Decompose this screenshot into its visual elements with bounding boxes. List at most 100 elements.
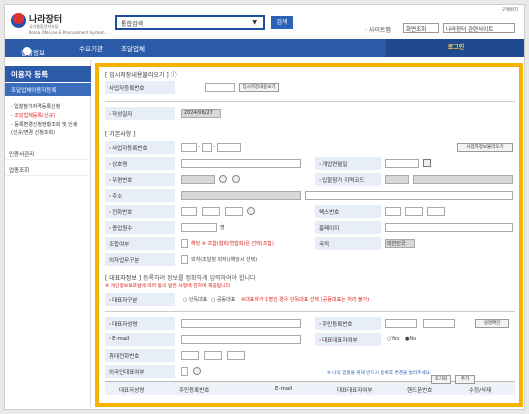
rep-name-label: 대표자성명 xyxy=(105,317,175,330)
sidebar-item-qualification[interactable]: · 입찰참가자격등록신청 xyxy=(11,103,60,110)
rep-type-single[interactable]: ○ 단독대표 xyxy=(183,296,207,303)
row-foreign-rep: 외국인대표여부 xyxy=(105,365,515,378)
search-category-select[interactable]: 통합검색 ▼ xyxy=(115,15,265,30)
foreign-business-text: 외자(조달청 외자)(해당시 선택) xyxy=(191,257,258,263)
main-rep-yes[interactable]: ○Yes xyxy=(387,336,399,342)
search-button[interactable]: 검색 xyxy=(271,16,293,29)
table-header-rep-name: 대표자성명 xyxy=(119,388,145,394)
table-header-email: E-mail xyxy=(275,386,293,392)
biz-no-input-1[interactable] xyxy=(181,143,197,152)
sidebar-item-certificate[interactable]: 인증서관리 xyxy=(5,148,91,160)
help-icon[interactable] xyxy=(232,175,240,183)
reset-button[interactable]: 초기화 xyxy=(431,375,451,384)
region-code-input xyxy=(385,175,409,184)
login-button[interactable]: 로그인 xyxy=(386,39,524,57)
divider xyxy=(105,311,515,312)
search-icon[interactable] xyxy=(219,175,227,183)
sidebar-item-change-status[interactable]: - 등록변경신청현황조회 및 인쇄 xyxy=(11,121,77,128)
rrn-input-2[interactable] xyxy=(423,319,455,328)
sidebar-section-supplier[interactable]: 조달업체이용자등록 xyxy=(5,83,91,96)
table-header-mobile: 핸드폰번호 xyxy=(407,388,433,394)
company-name-label: 상호명 xyxy=(105,157,175,170)
row-email: E-mail 대표대표자여부 ○Yes ●No xyxy=(105,333,515,346)
rrn-label: 주민등록번호 xyxy=(315,317,381,330)
mobile-input-2[interactable] xyxy=(204,351,222,360)
related-sites-select[interactable]: 나라장터 관련사이트 xyxy=(443,23,515,33)
foreign-business-label: 외자업무구분 xyxy=(105,253,175,266)
row-date: 작성일자 2024/06/27 xyxy=(105,107,515,120)
sidebar-item-change-status-sub[interactable]: (신규/변경 신청조회) xyxy=(11,129,55,136)
row-coop: 조합여부 해당 ※ 조합(협회/연합회)은 선택(조합) 국적 대한민국 xyxy=(105,237,515,250)
row-tel: 전화번호 팩스번호 xyxy=(105,205,515,218)
row-zip: 우편번호 입찰참가 지역코드 xyxy=(105,173,515,186)
coop-label: 조합여부 xyxy=(105,237,175,250)
tel-input-2[interactable] xyxy=(202,207,220,216)
fax-input-2[interactable] xyxy=(405,207,423,216)
main-rep-label: 대표대표자여부 xyxy=(315,333,381,346)
row-name: 상호명 개업연월일 xyxy=(105,157,515,170)
divider xyxy=(105,101,515,102)
representative-table-header: 대표자성명 주민등록번호 E-mail 대표대표자여부 핸드폰번호 수정/삭제 xyxy=(105,381,515,395)
foreign-rep-label: 외국인대표여부 xyxy=(105,365,175,378)
mobile-input-3[interactable] xyxy=(227,351,245,360)
page: 나라장터 국가종합전자조달 Korea ON-Line E-Procurement… xyxy=(4,4,525,410)
foreign-business-checkbox[interactable] xyxy=(181,255,188,264)
tel-input-1[interactable] xyxy=(181,207,197,216)
top-right-link[interactable]: 구매위치 xyxy=(501,7,518,13)
row-rep-name: 대표자성명 주민등록번호 실명확인 xyxy=(105,317,515,330)
section-temp-load: [ 임시저장내용불러오기 ] ⓘ xyxy=(105,72,177,79)
homepage-input[interactable] xyxy=(385,223,513,232)
date-value: 2024/06/27 xyxy=(181,109,221,118)
tel-input-3[interactable] xyxy=(225,207,243,216)
zip-input xyxy=(181,175,215,184)
help-icon[interactable] xyxy=(247,207,255,215)
homepage-label: 홈페이지 xyxy=(315,221,381,234)
view-mode-select[interactable]: 화면조회 xyxy=(403,23,439,33)
rrn-input-1[interactable] xyxy=(385,319,417,328)
fax-label: 팩스번호 xyxy=(315,205,381,218)
foreign-rep-checkbox[interactable] xyxy=(181,367,188,376)
biz-no-input-3[interactable] xyxy=(217,143,241,152)
chevron-down-icon: ▼ xyxy=(252,19,257,26)
section-basic: [ 기본사항 ] xyxy=(105,131,136,138)
temp-biz-no-input[interactable] xyxy=(205,83,235,92)
biz-no-input-2[interactable] xyxy=(202,143,212,152)
coop-checkbox[interactable] xyxy=(181,239,188,248)
add-button[interactable]: 추가 xyxy=(455,375,475,384)
coop-text: 해당 ※ 조합(협회/연합회)은 선택(조합) xyxy=(191,241,274,247)
real-name-check-button[interactable]: 실명확인 xyxy=(475,319,509,328)
rep-name-input[interactable] xyxy=(181,319,301,328)
row-biz-no: 사업자등록번호 - - 사업자정보불러오기 xyxy=(105,141,515,154)
sitemap-link[interactable]: · 사이트맵 xyxy=(365,25,391,34)
separator-dash: - xyxy=(198,144,200,150)
nav-item-agency[interactable]: 수요기관 xyxy=(79,43,103,53)
fax-input-1[interactable] xyxy=(385,207,401,216)
separator-dash: - xyxy=(213,144,215,150)
mobile-input-1[interactable] xyxy=(181,351,199,360)
section-representative: [ 대표자정보 ] 등록하려 정보를 정확하게 입력하여야 합니다 xyxy=(105,275,256,282)
calendar-icon[interactable] xyxy=(423,159,431,167)
rep-type-label: 대표자구분 xyxy=(105,293,175,306)
open-date-input[interactable] xyxy=(385,159,419,168)
biz-info-load-button[interactable]: 사업자정보불러오기 xyxy=(457,143,513,152)
rep-type-note: ※대표자가 1명인 경우 단독대표 선택 (공동대표는 처리 불가) xyxy=(241,297,370,303)
address-input-1 xyxy=(181,191,301,200)
logo[interactable]: 나라장터 국가종합전자조달 Korea ON-Line E-Procurement… xyxy=(11,12,105,35)
help-icon[interactable]: ⓘ xyxy=(171,72,177,79)
address-input-2[interactable] xyxy=(305,191,513,200)
sidebar-item-new-registration[interactable]: - 조달업체등록(신규) xyxy=(11,112,55,119)
search-category-value: 통합검색 xyxy=(121,21,144,28)
employees-input[interactable] xyxy=(181,223,217,232)
help-icon[interactable] xyxy=(193,367,201,375)
email-input[interactable] xyxy=(181,335,301,344)
zip-label: 우편번호 xyxy=(105,173,175,186)
sidebar-item-industry[interactable]: 업종조회 xyxy=(5,164,91,176)
rep-type-joint[interactable]: ○ 공동대표 xyxy=(211,296,235,303)
temp-load-button[interactable]: 임시저장내용보기 xyxy=(239,83,279,92)
nav-item-supplier[interactable]: 조달업체 xyxy=(121,43,145,53)
fax-input-3[interactable] xyxy=(427,207,445,216)
company-name-input[interactable] xyxy=(181,159,301,168)
main-rep-no[interactable]: ●No xyxy=(405,336,416,342)
row-foreign: 외자업무구분 외자(조달청 외자)(해당시 선택) xyxy=(105,253,515,266)
date-label: 작성일자 xyxy=(105,107,175,120)
